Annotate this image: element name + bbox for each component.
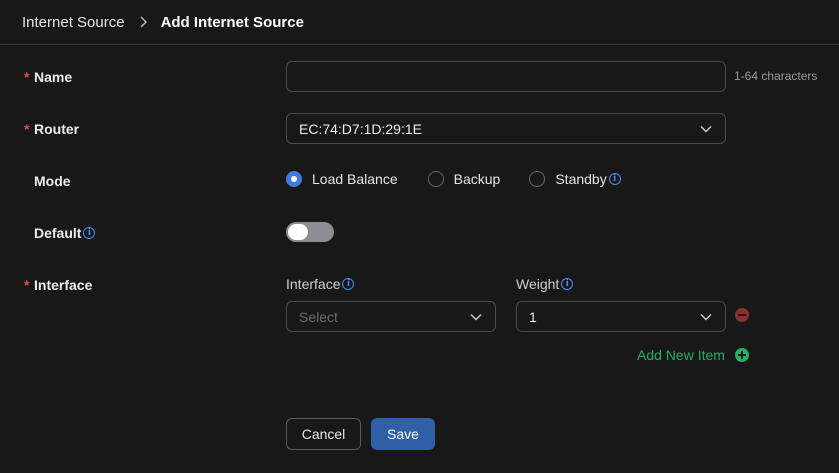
mode-label: Mode: [34, 173, 71, 189]
cancel-button[interactable]: Cancel: [286, 418, 361, 450]
weight-select[interactable]: 1: [516, 301, 726, 332]
info-icon[interactable]: i: [608, 173, 621, 185]
info-icon[interactable]: i: [83, 227, 96, 239]
remove-item-icon[interactable]: [735, 308, 749, 322]
router-label: * Router: [24, 121, 80, 137]
info-icon[interactable]: i: [561, 278, 574, 290]
interface-select[interactable]: Select: [286, 301, 496, 332]
name-input[interactable]: [286, 61, 726, 92]
toggle-knob: [288, 224, 308, 240]
breadcrumb: Internet Source Add Internet Source: [0, 0, 839, 45]
router-select-value: EC:74:D7:1D:29:1E: [299, 120, 422, 137]
radio-button[interactable]: [427, 171, 444, 187]
name-label: * Name: [24, 69, 73, 85]
mode-option-backup[interactable]: Backup: [427, 171, 500, 187]
weight-column-label: Weight i: [516, 276, 574, 292]
save-button[interactable]: Save: [371, 418, 435, 450]
default-label: Default i: [24, 223, 96, 243]
interface-select-placeholder: Select: [299, 308, 338, 325]
required-asterisk: *: [24, 121, 30, 137]
interface-label: * Interface: [24, 277, 93, 293]
interface-column-label: Interface i: [286, 276, 355, 292]
add-new-item-button[interactable]: Add New Item: [637, 347, 749, 363]
chevron-down-icon: [700, 313, 712, 320]
page-title: Add Internet Source: [160, 13, 304, 31]
mode-option-load-balance[interactable]: Load Balance: [286, 171, 398, 187]
required-asterisk: *: [24, 69, 30, 85]
weight-select-value: 1: [529, 308, 537, 325]
name-hint: 1-64 characters: [734, 69, 818, 83]
required-asterisk: *: [24, 277, 30, 293]
chevron-right-icon: [139, 16, 149, 28]
breadcrumb-parent-link[interactable]: Internet Source: [22, 14, 125, 31]
default-toggle[interactable]: [286, 222, 334, 242]
chevron-down-icon: [470, 313, 482, 320]
mode-option-standby[interactable]: Standby i: [529, 171, 621, 187]
radio-button[interactable]: [529, 171, 546, 187]
radio-button-checked[interactable]: [286, 171, 302, 187]
info-icon[interactable]: i: [342, 278, 355, 290]
mode-radio-group: Load Balance Backup Standby i: [286, 171, 621, 187]
chevron-down-icon: [700, 125, 712, 132]
router-select[interactable]: EC:74:D7:1D:29:1E: [286, 113, 726, 144]
plus-circle-icon: [734, 348, 749, 362]
